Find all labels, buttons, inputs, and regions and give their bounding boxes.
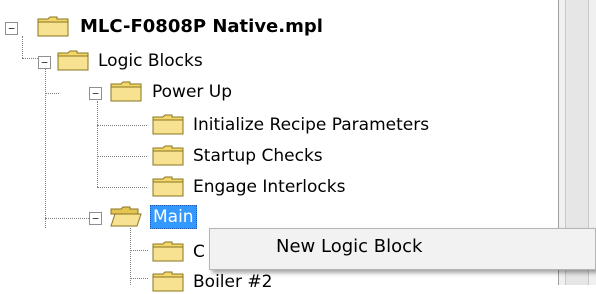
tree-line — [97, 101, 98, 187]
folder-icon — [37, 16, 69, 37]
tree-line — [97, 156, 147, 157]
tree-item-startup-checks[interactable]: Startup Checks — [193, 144, 323, 168]
tree-root-label[interactable]: MLC-F0808P Native.mpl — [80, 15, 323, 39]
tree-line — [130, 278, 148, 279]
tree-line — [45, 93, 59, 94]
tree-line — [130, 250, 148, 251]
folder-icon — [152, 176, 184, 197]
tree-line — [130, 228, 131, 285]
tree-line — [45, 218, 89, 219]
context-menu: New Logic Block — [209, 228, 596, 270]
tree-line — [97, 187, 147, 188]
folder-icon — [152, 241, 184, 262]
menu-item-new-logic-block[interactable]: New Logic Block — [276, 236, 422, 257]
tree-item-main-child[interactable]: C — [193, 240, 205, 264]
tree-item-main[interactable]: Main — [150, 205, 197, 229]
tree-line — [45, 68, 46, 228]
folder-icon — [152, 114, 184, 135]
tree-line — [22, 36, 23, 58]
tree-item-logic-blocks[interactable]: Logic Blocks — [98, 49, 203, 73]
tree-line — [22, 58, 38, 59]
folder-icon — [110, 81, 142, 102]
collapse-icon[interactable]: − — [5, 22, 18, 35]
tree-item-boiler[interactable]: Boiler #2 — [193, 270, 272, 294]
tree-item-initialize-recipe-parameters[interactable]: Initialize Recipe Parameters — [193, 113, 429, 137]
tree-item-engage-interlocks[interactable]: Engage Interlocks — [193, 175, 345, 199]
collapse-icon[interactable]: − — [89, 87, 102, 100]
collapse-icon[interactable]: − — [38, 56, 51, 69]
folder-icon — [152, 145, 184, 166]
open-folder-icon — [110, 206, 142, 227]
tree-line — [97, 125, 147, 126]
folder-icon — [152, 271, 184, 292]
folder-icon — [57, 50, 89, 71]
collapse-icon[interactable]: − — [89, 212, 102, 225]
tree-item-power-up[interactable]: Power Up — [152, 80, 232, 104]
